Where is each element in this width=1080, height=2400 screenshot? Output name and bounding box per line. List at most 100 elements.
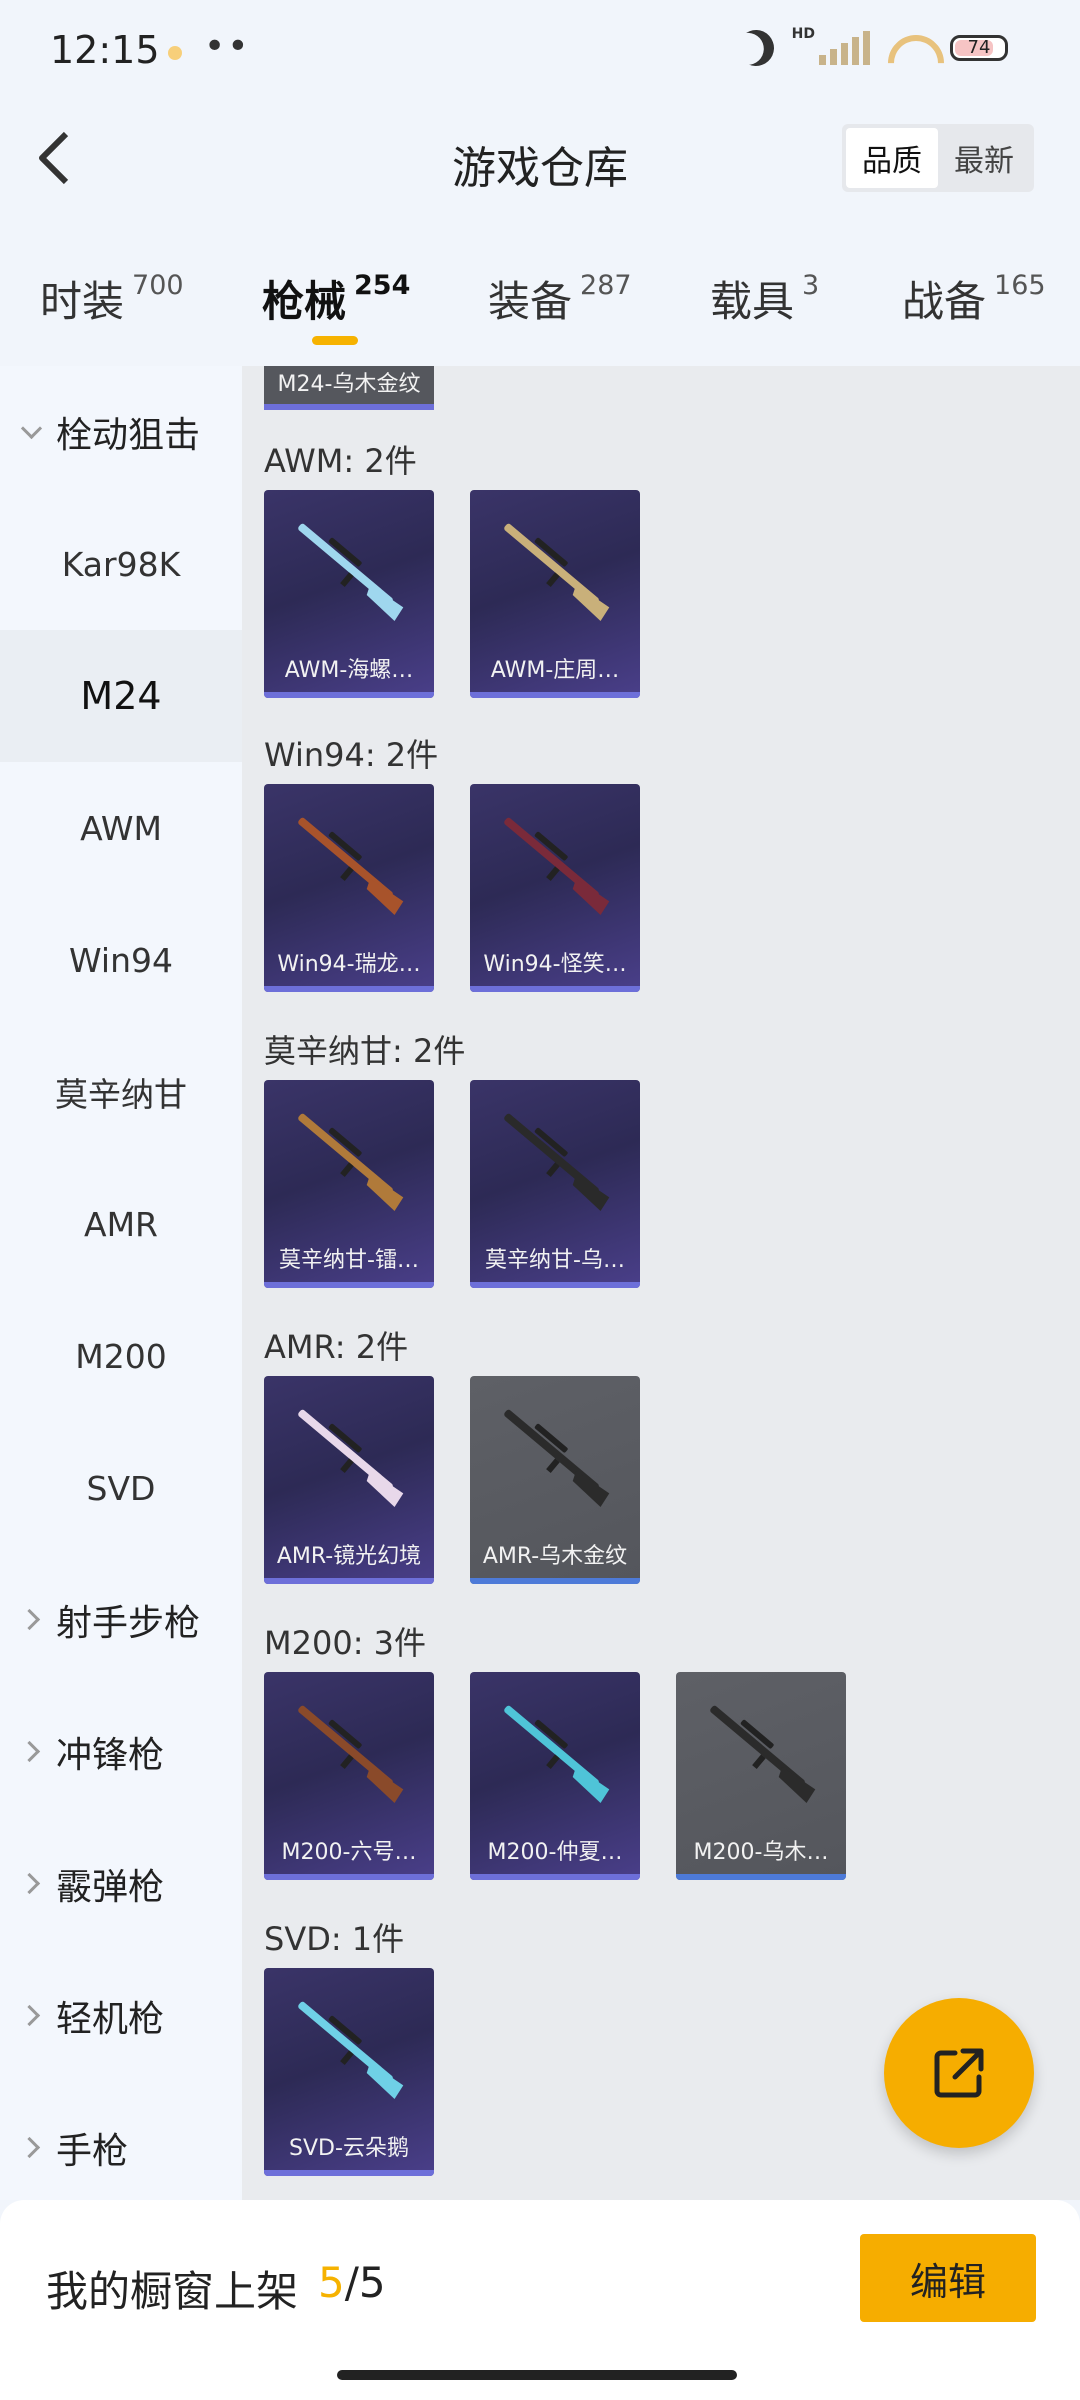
sidebar-item-m24[interactable]: M24 (0, 630, 242, 762)
item-card[interactable]: M200-仲夏… (470, 1672, 640, 1880)
item-card[interactable]: Win94-瑞龙… (264, 784, 434, 992)
item-grid: M24-乌木金纹 AWM: 2件 AWM-海螺… AWM-庄周… Win94: 2件 W… (242, 366, 1080, 2200)
sidebar-group-label: 冲锋枪 (56, 1735, 165, 1776)
tab-count: 3 (802, 270, 820, 301)
rifle-icon (298, 2001, 404, 2099)
sort-toggle: 品质 最新 (842, 124, 1034, 192)
tab-label: 载具 (710, 277, 795, 326)
item-card[interactable]: 莫辛纳甘-镭… (264, 1080, 434, 1288)
status-bar: 12:15 •• HD 74 (0, 0, 1080, 100)
tab-firearms[interactable]: 枪械 254 (262, 268, 410, 329)
item-name: AWM-庄周… (490, 658, 620, 683)
tab-count: 165 (994, 270, 1046, 301)
rifle-icon (504, 1113, 610, 1211)
item-card-m24-partial[interactable]: M24-乌木金纹 (264, 366, 434, 410)
tab-supplies[interactable]: 战备 165 (902, 268, 1046, 329)
sidebar-group-label: 轻机枪 (56, 1999, 165, 2040)
category-tabs: 时装 700 枪械 254 装备 287 载具 3 战备 165 (0, 212, 1080, 366)
item-card[interactable]: 莫辛纳甘-乌… (470, 1080, 640, 1288)
tab-equipment[interactable]: 装备 287 (488, 268, 632, 329)
edit-button[interactable]: 编辑 (860, 2234, 1036, 2322)
sidebar-item-m200[interactable]: M200 (0, 1290, 242, 1422)
tab-count: 254 (354, 270, 411, 301)
more-notifications-icon: •• (204, 26, 251, 67)
tab-label: 战备 (902, 277, 987, 326)
rifle-icon (298, 1705, 404, 1803)
chevron-right-icon (20, 1609, 42, 1631)
tab-count: 287 (580, 270, 632, 301)
item-card[interactable]: AWM-海螺… (264, 490, 434, 698)
rifle-icon (298, 817, 404, 915)
rifle-icon (504, 1705, 610, 1803)
item-name: 莫辛纳甘-镭… (279, 1248, 419, 1273)
sidebar-group-pistol[interactable]: 手枪 (0, 2082, 242, 2214)
tab-label: 时装 (40, 277, 125, 326)
sidebar-item-amr[interactable]: AMR (0, 1158, 242, 1290)
section-title: M200: 3件 (264, 1624, 427, 1662)
sidebar-item-awm[interactable]: AWM (0, 762, 242, 894)
item-name: Win94-瑞龙… (277, 952, 421, 977)
section-title: AMR: 2件 (264, 1328, 409, 1366)
section-title: Win94: 2件 (264, 736, 439, 774)
home-indicator[interactable] (337, 2370, 737, 2380)
item-name: Win94-怪笑… (483, 952, 627, 977)
item-name: M200-六号… (281, 1840, 417, 1865)
rifle-icon (504, 523, 610, 621)
sidebar-group-marksman[interactable]: 射手步枪 (0, 1554, 242, 1686)
item-card[interactable]: Win94-怪笑… (470, 784, 640, 992)
header: 游戏仓库 品质 最新 (0, 100, 1080, 212)
sidebar-group-label: 栓动狙击 (56, 415, 201, 456)
tab-label: 枪械 (262, 277, 347, 326)
active-tab-indicator (312, 336, 358, 345)
sidebar-group-label: 霰弹枪 (56, 1867, 165, 1908)
item-card[interactable]: AMR-乌木金纹 (470, 1376, 640, 1584)
sidebar-item-win94[interactable]: Win94 (0, 894, 242, 1026)
section-title: SVD: 1件 (264, 1920, 405, 1958)
share-export-icon (934, 2048, 984, 2098)
sidebar-group-smg[interactable]: 冲锋枪 (0, 1686, 242, 1818)
sort-latest-button[interactable]: 最新 (938, 128, 1030, 188)
sidebar-item-kar98k[interactable]: Kar98K (0, 498, 242, 630)
item-name: AWM-海螺… (284, 658, 414, 683)
tab-vehicles[interactable]: 载具 3 (710, 268, 819, 329)
battery-level: 74 (967, 37, 991, 58)
status-icons: HD 74 (738, 26, 1008, 66)
wifi-icon (888, 31, 932, 65)
bottom-bar: 我的橱窗上架 5/5 编辑 (0, 2200, 1080, 2400)
item-name: AMR-乌木金纹 (482, 1544, 628, 1569)
rifle-icon (298, 523, 404, 621)
tab-costume[interactable]: 时装 700 (40, 268, 184, 329)
rifle-icon (298, 1113, 404, 1211)
tab-label: 装备 (488, 277, 573, 326)
chevron-right-icon (20, 1873, 42, 1895)
status-time: 12:15 (50, 28, 160, 72)
section-title: 莫辛纳甘: 2件 (264, 1032, 466, 1070)
showcase-total: /5 (344, 2258, 386, 2307)
item-card[interactable]: SVD-云朵鹅 (264, 1968, 434, 2176)
item-card[interactable]: AWM-庄周… (470, 490, 640, 698)
item-card[interactable]: AMR-镜光幻境 (264, 1376, 434, 1584)
sort-quality-button[interactable]: 品质 (846, 128, 938, 188)
item-card[interactable]: M200-乌木… (676, 1672, 846, 1880)
rifle-icon (298, 1409, 404, 1507)
item-name: SVD-云朵鹅 (289, 2136, 409, 2161)
item-name: M200-乌木… (693, 1840, 829, 1865)
sidebar-group-label: 手枪 (56, 2131, 129, 2172)
sidebar-group-label: 射手步枪 (56, 1603, 201, 1644)
chevron-down-icon (20, 421, 42, 443)
section-title: AWM: 2件 (264, 442, 417, 480)
do-not-disturb-icon (733, 25, 779, 71)
rifle-icon (504, 817, 610, 915)
sidebar-item-mosin[interactable]: 莫辛纳甘 (0, 1026, 242, 1158)
tab-count: 700 (132, 270, 184, 301)
chevron-right-icon (20, 2137, 42, 2159)
sidebar-group-bolt-sniper[interactable]: 栓动狙击 (0, 366, 242, 498)
sidebar-group-shotgun[interactable]: 霰弹枪 (0, 1818, 242, 1950)
sidebar-group-lmg[interactable]: 轻机枪 (0, 1950, 242, 2082)
sidebar-item-svd[interactable]: SVD (0, 1422, 242, 1554)
showcase-label: 我的橱窗上架 (46, 2267, 299, 2316)
showcase-current: 5 (318, 2258, 345, 2307)
back-arrow-icon[interactable] (32, 130, 82, 186)
item-card[interactable]: M200-六号… (264, 1672, 434, 1880)
share-fab-button[interactable] (884, 1998, 1034, 2148)
